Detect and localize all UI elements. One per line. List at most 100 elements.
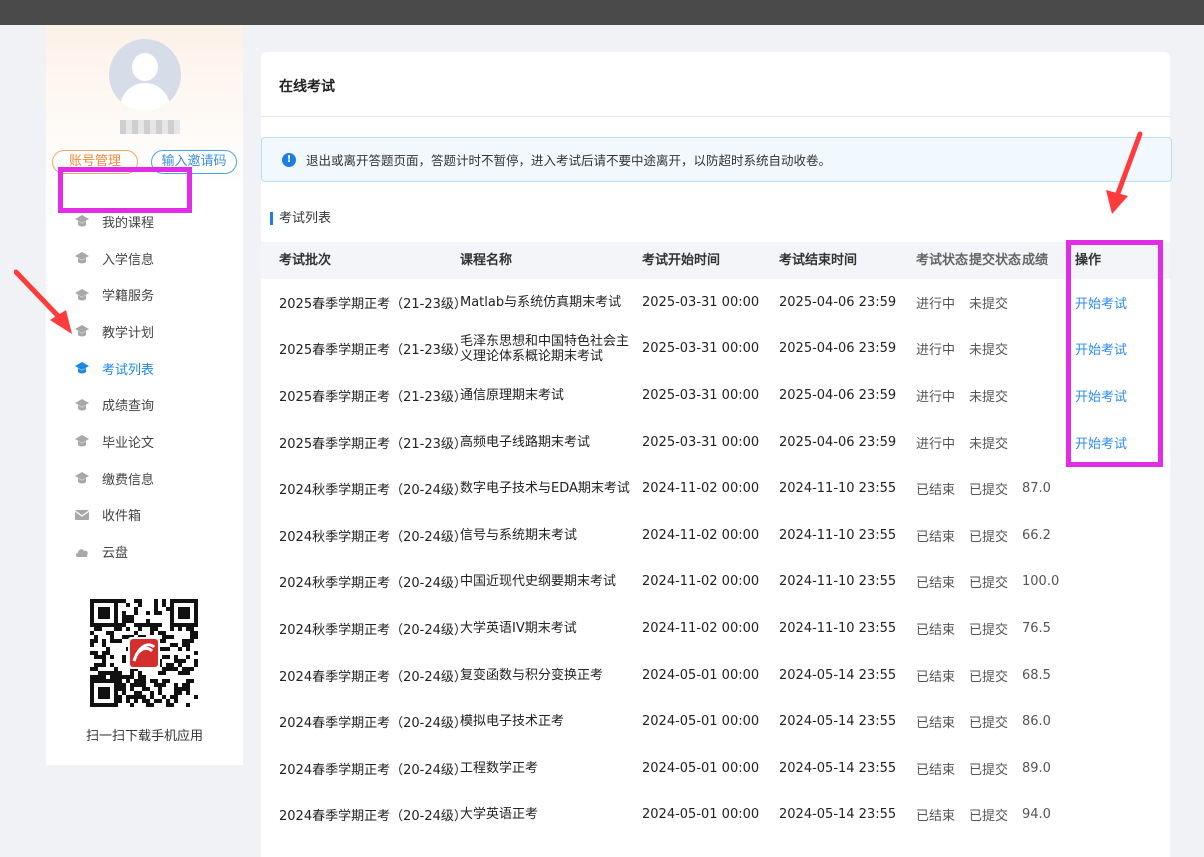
sidebar-item-label: 毕业论文	[102, 435, 155, 451]
cell-course: 高频电子线路期末考试	[460, 434, 591, 450]
sidebar-nav: 我的课程 入学信息 学籍服务 教学计划 考试列表 成绩查询 毕业论文 缴费信息 收件箱 云盘	[46, 203, 243, 570]
graduation-cap-icon	[74, 360, 90, 376]
cell-exam-status: 已结束	[916, 669, 956, 685]
sidebar-item-4[interactable]: 考试列表	[46, 350, 243, 387]
cell-start: 2024-05-01 00:00	[642, 760, 760, 776]
cell-end: 2024-05-14 23:55	[779, 760, 897, 776]
sidebar-item-8[interactable]: 收件箱	[46, 497, 243, 534]
cell-submit-status: 已提交	[969, 809, 1009, 825]
cell-score: 100.0	[1022, 574, 1060, 590]
sidebar-item-6[interactable]: 毕业论文	[46, 423, 243, 460]
cell-exam-status: 已结束	[916, 716, 956, 732]
graduation-cap-icon	[74, 213, 90, 229]
cell-batch: 2025春季学期正考（21-23级）	[279, 296, 467, 312]
cell-exam-status: 进行中	[916, 436, 956, 452]
graduation-cap-icon	[74, 433, 90, 449]
avatar-head-shape	[132, 53, 158, 81]
cell-course: 大学英语正考	[460, 807, 539, 823]
cell-course: 信号与系统期末考试	[460, 527, 578, 543]
cell-submit-status: 已提交	[969, 622, 1009, 638]
table-row: 2024春季学期正考（20-24级） 工程数学正考 2024-05-01 00:00…	[261, 745, 1170, 792]
mail-icon	[74, 507, 90, 523]
cell-exam-status: 已结束	[916, 483, 956, 499]
sidebar-item-label: 成绩查询	[102, 399, 155, 415]
cell-end: 2025-04-06 23:59	[779, 341, 897, 357]
cell-start: 2024-11-02 00:00	[642, 481, 760, 497]
cell-submit-status: 未提交	[969, 343, 1009, 359]
cell-submit-status: 已提交	[969, 483, 1009, 499]
cell-end: 2024-11-10 23:55	[779, 527, 897, 543]
avatar[interactable]	[109, 39, 181, 111]
col-score: 成绩	[1022, 253, 1049, 268]
qr-code	[90, 599, 198, 707]
cell-submit-status: 未提交	[969, 389, 1009, 405]
cell-end: 2024-11-10 23:55	[779, 574, 897, 590]
cell-exam-status: 进行中	[916, 296, 956, 312]
col-course: 课程名称	[460, 253, 513, 268]
sidebar-item-label: 云盘	[102, 546, 129, 562]
cell-exam-status: 进行中	[916, 389, 956, 405]
sidebar-item-7[interactable]: 缴费信息	[46, 460, 243, 497]
cell-course: 通信原理期末考试	[460, 387, 565, 403]
sidebar-item-label: 学籍服务	[102, 289, 155, 305]
table-row: 2024秋季学期正考（20-24级） 中国近现代史纲要期末考试 2024-11-02…	[261, 559, 1170, 606]
col-exam-status: 考试状态	[916, 253, 969, 268]
sidebar-item-5[interactable]: 成绩查询	[46, 386, 243, 423]
cell-start: 2024-05-01 00:00	[642, 807, 760, 823]
cell-course: 数字电子技术与EDA期末考试	[460, 481, 630, 497]
cell-batch: 2025春季学期正考（21-23级）	[279, 343, 467, 359]
info-icon: !	[282, 152, 296, 167]
highlight-box-exam-list	[58, 167, 192, 213]
cell-course: 复变函数与积分变换正考	[460, 667, 604, 683]
graduation-cap-icon	[74, 250, 90, 266]
cell-end: 2024-05-14 23:55	[779, 714, 897, 730]
cell-batch: 2024春季学期正考（20-24级）	[279, 716, 467, 732]
cell-exam-status: 已结束	[916, 622, 956, 638]
cell-start: 2024-05-01 00:00	[642, 714, 760, 730]
cell-start: 2024-11-02 00:00	[642, 620, 760, 636]
table-row: 2024春季学期正考（20-24级） 大学英语正考 2024-05-01 00:00…	[261, 792, 1170, 839]
cell-batch: 2024春季学期正考（20-24级）	[279, 669, 467, 685]
page-title: 在线考试	[279, 79, 335, 95]
cell-submit-status: 已提交	[969, 669, 1009, 685]
main-panel: 在线考试 ! 退出或离开答题页面，答题计时不暂停，进入考试后请不要中途离开，以防…	[261, 52, 1172, 857]
table-row: 2025春季学期正考（21-23级） Matlab与系统仿真期末考试 2025-03…	[261, 279, 1170, 326]
cell-exam-status: 进行中	[916, 343, 956, 359]
table-header: 考试批次 课程名称 考试开始时间 考试结束时间 考试状态 提交状态 成绩 操作	[261, 242, 1170, 279]
graduation-cap-icon	[74, 323, 90, 339]
cell-end: 2025-04-06 23:59	[779, 434, 897, 450]
cell-exam-status: 已结束	[916, 762, 956, 778]
arrow-annotation-right	[1106, 131, 1143, 214]
cell-submit-status: 已提交	[969, 576, 1009, 592]
col-end: 考试结束时间	[779, 253, 858, 268]
cell-batch: 2024春季学期正考（20-24级）	[279, 762, 467, 778]
cell-score: 66.2	[1022, 527, 1051, 543]
sidebar: 账号管理 输入邀请码 我的课程 入学信息 学籍服务 教学计划 考试列表 成绩查询 毕业论文缴…	[46, 25, 243, 765]
cell-start: 2025-03-31 00:00	[642, 387, 760, 403]
table-row: 2024春季学期正考（20-24级） 模拟电子技术正考 2024-05-01 00:…	[261, 698, 1170, 745]
cell-end: 2024-05-14 23:55	[779, 807, 897, 823]
col-start: 考试开始时间	[642, 253, 721, 268]
cell-batch: 2025春季学期正考（21-23级）	[279, 389, 467, 405]
cell-submit-status: 未提交	[969, 436, 1009, 452]
cell-end: 2025-04-06 23:59	[779, 294, 897, 310]
cell-submit-status: 已提交	[969, 716, 1009, 732]
cell-batch: 2024秋季学期正考（20-24级）	[279, 483, 467, 499]
cell-start: 2024-11-02 00:00	[642, 574, 760, 590]
cell-score: 86.0	[1022, 714, 1051, 730]
cell-score: 94.0	[1022, 807, 1051, 823]
cell-exam-status: 已结束	[916, 529, 956, 545]
cell-end: 2024-05-14 23:55	[779, 667, 897, 683]
avatar-body-shape	[120, 83, 170, 111]
table-row: 2024秋季学期正考（20-24级） 大学英语IV期末考试 2024-11-02 0…	[261, 605, 1170, 652]
highlight-box-actions	[1066, 240, 1163, 467]
cell-course: 模拟电子技术正考	[460, 714, 565, 730]
sidebar-item-9[interactable]: 云盘	[46, 533, 243, 570]
cell-submit-status: 已提交	[969, 762, 1009, 778]
cell-score: 87.0	[1022, 481, 1051, 497]
username-blurred	[120, 120, 180, 134]
cell-course: 工程数学正考	[460, 760, 539, 776]
cell-batch: 2024秋季学期正考（20-24级）	[279, 622, 467, 638]
cell-batch: 2024春季学期正考（20-24级）	[279, 809, 467, 825]
cell-submit-status: 已提交	[969, 529, 1009, 545]
